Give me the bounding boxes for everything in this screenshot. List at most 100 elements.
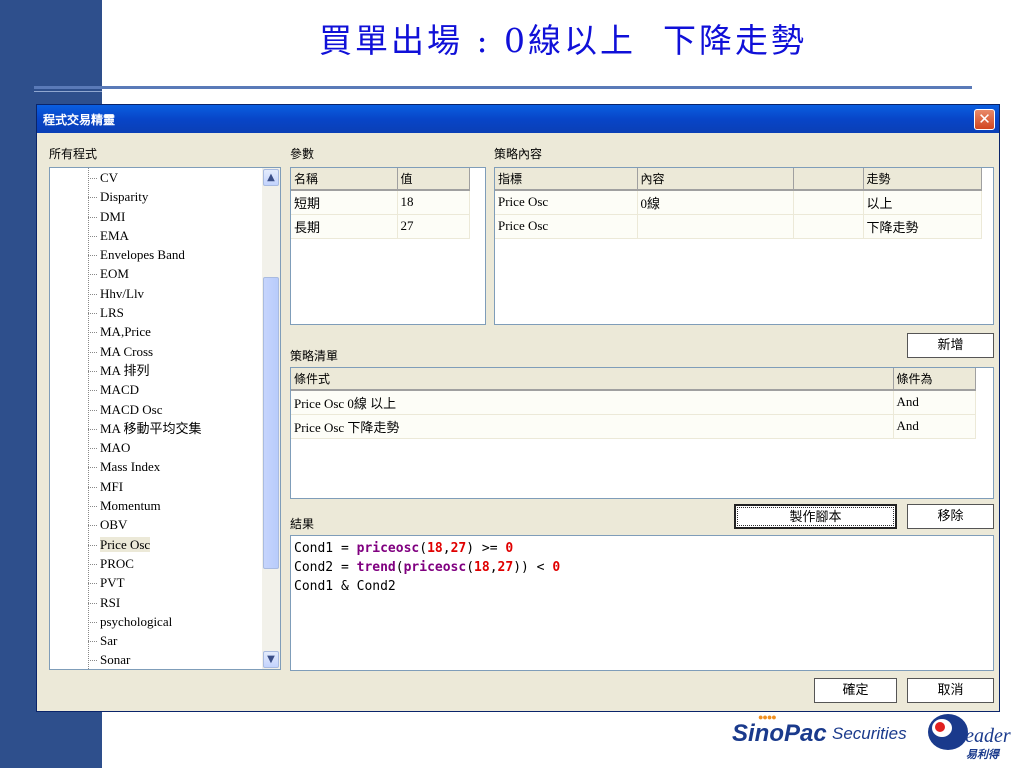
content-indicator: Price Osc [495,190,638,215]
program-tree-scrollbar[interactable]: ▲ ▼ [262,168,280,669]
title-divider [34,86,972,89]
add-button[interactable]: 新增 [907,333,994,358]
param-name: 長期 [291,214,398,239]
tree-item-label: MA 移動平均交集 [100,420,202,436]
tree-item[interactable]: LRS [50,303,260,322]
tree-item[interactable]: MACD Osc [50,400,260,419]
tree-item[interactable]: OBV [50,515,260,534]
tree-item[interactable]: RSI [50,593,260,612]
window-titlebar[interactable]: 程式交易精靈 ✕ [37,105,999,133]
program-list: CV Disparity DMI EMA Envelopes Band EOM Hhv/Ll… [50,168,260,669]
param-value[interactable]: 18 [397,190,470,215]
content-trend: 下降走勢 [863,214,982,239]
condition-text: Price Osc 0線 以上 [291,390,894,415]
tree-item-label: OBV [100,517,128,533]
tree-item[interactable]: Momentum [50,496,260,515]
tree-item[interactable]: Mass Index [50,457,260,476]
params-header-name: 名稱 [291,168,398,191]
tree-item[interactable]: Sonar [50,650,260,669]
tree-item[interactable]: Sar [50,631,260,650]
strategy-content-grid[interactable]: 指標 內容 走勢 Price Osc 0線 以上 Price Osc 下降走勢 [494,167,994,325]
params-grid[interactable]: 名稱 值 短期 18 長期 27 [290,167,486,325]
tree-item[interactable]: MA Cross [50,342,260,361]
code-line-2: Cond2 = trend(priceosc(18,27)) < 0 [294,560,561,575]
tree-item[interactable]: MA 排列 [50,361,260,380]
tree-item[interactable]: EOM [50,264,260,283]
tree-item[interactable]: MA 移動平均交集 [50,419,260,438]
title-divider-accent [34,91,102,92]
tree-item-label: PVT [100,575,125,591]
tree-item[interactable]: Hhv/Llv [50,284,260,303]
params-label: 參數 [290,147,315,161]
table-row[interactable]: Price Osc 0線 以上 And [291,390,976,415]
tree-item-label: EMA [100,227,129,243]
all-programs-label: 所有程式 [49,147,98,161]
table-row[interactable]: Price Osc 0線 以上 [495,190,982,215]
tree-item-label: Sonar [100,652,131,668]
tree-item-label: MA,Price [100,324,151,340]
tree-item-label: MA 排列 [100,362,150,378]
tree-item[interactable]: Price Osc [50,535,260,554]
scroll-up-icon[interactable]: ▲ [263,169,279,186]
tree-item[interactable]: MAO [50,438,260,457]
ok-button[interactable]: 確定 [814,678,897,703]
strategy-list-grid[interactable]: 條件式 條件為 Price Osc 0線 以上 And Price Osc 下降… [290,367,994,499]
tree-item-label: Price Osc [100,536,151,552]
leader-logo-icon: Leader 易利得 [928,714,1011,761]
tree-item-label: RSI [100,594,121,610]
slide-title: 買單出場 : 0線以上 下降走勢 [318,21,808,60]
tree-item[interactable]: Envelopes Band [50,245,260,264]
list-header-join: 條件為 [893,368,976,391]
tree-item-label: DMI [100,208,126,224]
tree-item[interactable]: MACD [50,380,260,399]
tree-item[interactable]: CV [50,168,260,187]
content-blank [793,190,864,215]
tree-item-label: PROC [100,555,134,571]
param-value[interactable]: 27 [397,214,470,239]
make-script-button[interactable]: 製作腳本 [734,504,897,529]
tree-item-label: LRS [100,305,124,321]
content-header-indicator: 指標 [495,168,638,191]
tree-item[interactable]: MFI [50,477,260,496]
program-tree[interactable]: CV Disparity DMI EMA Envelopes Band EOM Hhv/Ll… [49,167,281,670]
tree-item-label: Momentum [100,498,161,514]
remove-button[interactable]: 移除 [907,504,994,529]
params-header-value: 值 [397,168,470,191]
cancel-button[interactable]: 取消 [907,678,994,703]
tree-item[interactable]: PROC [50,554,260,573]
close-icon[interactable]: ✕ [974,109,995,130]
condition-join: And [893,414,976,439]
condition-join: And [893,390,976,415]
tree-item-label: MAO [100,440,131,456]
tree-item-label: EOM [100,266,129,282]
tree-item[interactable]: MA,Price [50,322,260,341]
tree-item-label: MACD Osc [100,401,163,417]
scroll-thumb[interactable] [263,277,279,569]
table-row[interactable]: 短期 18 [291,190,470,215]
condition-text: Price Osc 下降走勢 [291,414,894,439]
tree-item-label: Hhv/Llv [100,285,145,301]
sinopac-logo: ●●●● SinoPac Securities Leader 易利得 [732,708,1024,768]
result-label: 結果 [290,517,315,531]
tree-item-label: Disparity [100,189,149,205]
tree-item-label: MFI [100,478,124,494]
strategy-list-label: 策略清單 [290,349,339,363]
table-row[interactable]: Price Osc 下降走勢 [495,214,982,239]
list-header-condition: 條件式 [291,368,894,391]
tree-item[interactable]: psychological [50,612,260,631]
tree-item-label: MA Cross [100,343,154,359]
tree-item[interactable]: EMA [50,226,260,245]
tree-item[interactable]: Disparity [50,187,260,206]
content-header-content: 內容 [637,168,794,191]
leader-text: Leader [953,725,1011,747]
table-row[interactable]: 長期 27 [291,214,470,239]
table-row[interactable]: Price Osc 下降走勢 And [291,414,976,439]
result-script-box[interactable]: Cond1 = priceosc(18,27) >= 0 Cond2 = tre… [290,535,994,671]
content-detail: 0線 [637,190,794,215]
tree-item[interactable]: PVT [50,573,260,592]
tree-item[interactable]: DMI [50,207,260,226]
scroll-down-icon[interactable]: ▼ [263,651,279,668]
param-name: 短期 [291,190,398,215]
strategy-content-label: 策略內容 [494,147,543,161]
content-blank [793,214,864,239]
